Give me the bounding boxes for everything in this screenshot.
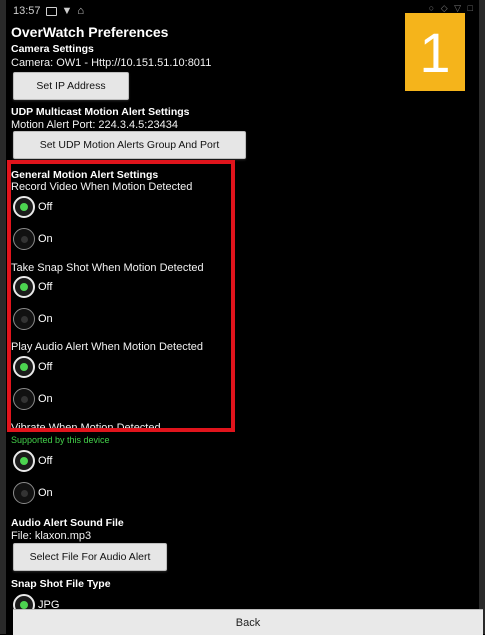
audio-file-info: File: klaxon.mp3 (11, 530, 92, 542)
back-button[interactable]: Back (13, 609, 483, 635)
radio-label: Off (38, 455, 53, 467)
page-title: OverWatch Preferences (11, 24, 169, 40)
step-badge: 1 (405, 13, 465, 91)
radio-selected-icon[interactable] (13, 450, 35, 472)
highlight-box (7, 160, 235, 432)
status-time: 13:57 (13, 5, 41, 17)
radio-unselected-icon[interactable] (13, 482, 35, 504)
shield-icon: ▼ (61, 5, 73, 17)
select-audio-file-button[interactable]: Select File For Audio Alert (13, 543, 167, 571)
camera-info: Camera: OW1 - Http://10.151.51.10:8011 (11, 57, 212, 69)
set-udp-button[interactable]: Set UDP Motion Alerts Group And Port (13, 131, 246, 159)
audio-file-header: Audio Alert Sound File (11, 517, 124, 529)
set-ip-button[interactable]: Set IP Address (13, 72, 129, 100)
camera-settings-header: Camera Settings (11, 43, 94, 55)
radio-label: On (38, 487, 53, 499)
vibrate-on-radio[interactable]: On (13, 482, 53, 504)
vibrate-off-radio[interactable]: Off (13, 450, 52, 472)
home-icon: ⌂ (77, 5, 85, 17)
image-icon (45, 6, 57, 16)
status-bar: 13:57 ▼ ⌂ (13, 4, 84, 18)
udp-info: Motion Alert Port: 224.3.4.5:23434 (11, 119, 178, 131)
vibrate-support-note: Supported by this device (11, 435, 110, 445)
udp-settings-header: UDP Multicast Motion Alert Settings (11, 106, 190, 118)
snapshot-type-header: Snap Shot File Type (11, 578, 111, 590)
